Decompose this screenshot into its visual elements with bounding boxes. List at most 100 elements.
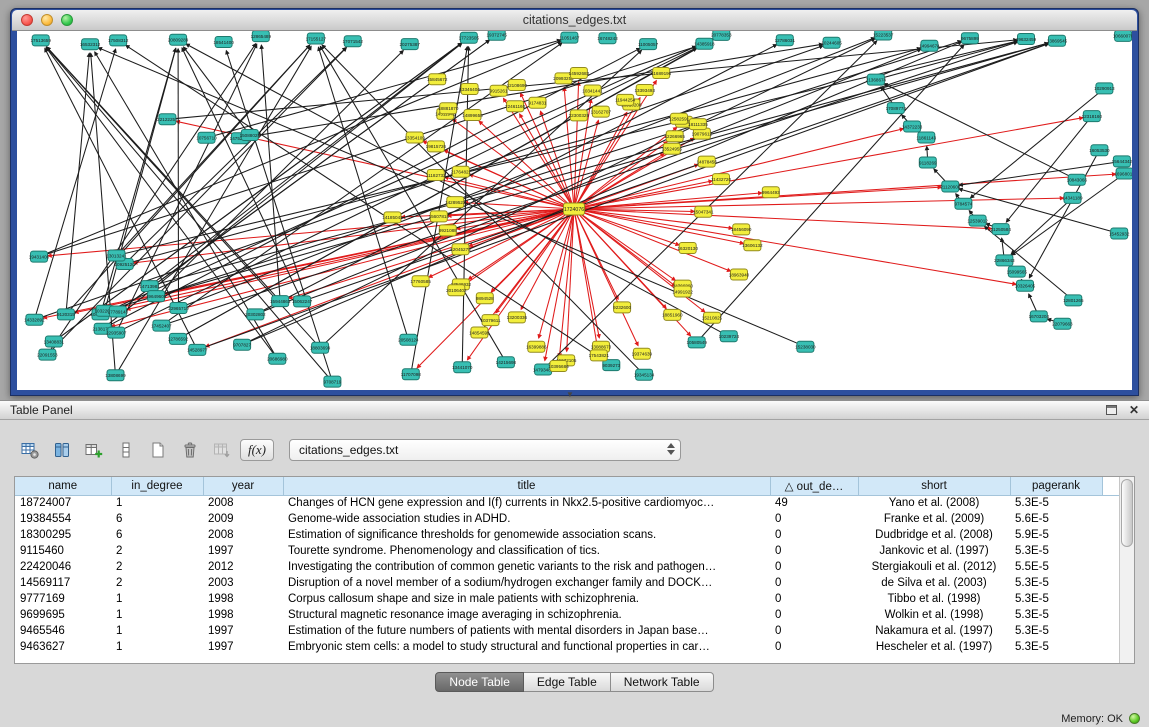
graph-node[interactable]: 17543821 <box>589 350 610 361</box>
graph-node[interactable]: 12318160 <box>1082 111 1103 122</box>
graph-node[interactable]: 15210825 <box>702 312 723 323</box>
graph-node[interactable]: 9232600 <box>613 302 631 313</box>
graph-edge[interactable] <box>105 43 1049 311</box>
graph-edge[interactable] <box>318 47 408 340</box>
table-row[interactable]: 946554611997Estimation of the future num… <box>15 623 1120 639</box>
graph-node[interactable]: 14592683 <box>569 68 590 79</box>
graph-node[interactable]: 16748243 <box>597 33 618 44</box>
graph-node[interactable]: 21764821 <box>451 166 472 177</box>
graph-node[interactable]: 20106402 <box>446 285 467 296</box>
graph-node[interactable]: 15238030 <box>795 341 816 352</box>
graph-node[interactable]: 19632459 <box>1016 34 1037 45</box>
column-header-in-degree[interactable]: in_degree <box>111 477 203 495</box>
graph-node[interactable]: 10580549 <box>686 337 707 348</box>
graph-node[interactable]: 22935907 <box>106 327 127 338</box>
table-row[interactable]: 1830029562008Estimation of significance … <box>15 527 1120 543</box>
graph-node[interactable]: 19649609 <box>146 291 167 302</box>
table-row[interactable]: 911546021997Tourette syndrome. Phenomeno… <box>15 543 1120 559</box>
graph-node[interactable]: 17723505 <box>459 32 480 43</box>
graph-node[interactable]: 12865489 <box>251 31 272 42</box>
graph-node[interactable]: 13606132 <box>742 240 763 251</box>
graph-node[interactable]: 19372745 <box>486 31 507 40</box>
graph-node[interactable]: 22965719 <box>168 303 189 314</box>
graph-node[interactable]: 11432720 <box>711 174 732 185</box>
graph-node[interactable]: 20302802 <box>245 309 266 320</box>
graph-node[interactable]: 16320130 <box>677 243 698 254</box>
graph-node[interactable]: 9894528 <box>476 293 494 304</box>
graph-edge[interactable] <box>261 45 280 301</box>
table-mode-button[interactable] <box>16 437 43 463</box>
graph-node[interactable]: 10239724 <box>719 331 740 342</box>
float-panel-icon[interactable] <box>1106 405 1117 415</box>
graph-node[interactable]: 19815726 <box>426 141 447 152</box>
graph-node[interactable]: 13808699 <box>105 370 126 381</box>
graph-node[interactable]: 15452932 <box>1109 228 1130 239</box>
graph-edge[interactable] <box>117 45 310 255</box>
graph-node[interactable]: 17789143 <box>108 306 129 317</box>
graph-edge[interactable] <box>179 38 875 308</box>
graph-node[interactable]: 16053530 <box>1089 145 1110 156</box>
graph-node[interactable]: 14372233 <box>902 121 923 132</box>
table-row[interactable]: 969969511998Structural magnetic resonanc… <box>15 607 1120 623</box>
table-row[interactable]: 1872400712008Changes of HCN gene express… <box>15 495 1120 511</box>
close-window-button[interactable] <box>21 14 33 26</box>
scrollbar-thumb[interactable] <box>1121 479 1133 547</box>
graph-node[interactable]: 14854595 <box>469 327 490 338</box>
graph-node[interactable]: 14994674 <box>919 40 940 51</box>
new-row-button[interactable] <box>144 437 171 463</box>
minimize-window-button[interactable] <box>41 14 53 26</box>
graph-node[interactable]: 22866343 <box>994 255 1015 266</box>
graph-edge[interactable] <box>47 47 280 301</box>
graph-edge[interactable] <box>574 198 1064 209</box>
graph-node[interactable]: 13354109 <box>404 132 425 143</box>
graph-node[interactable]: 13408831 <box>44 336 65 347</box>
graph-node[interactable]: 10341441 <box>582 85 603 96</box>
graph-edge[interactable] <box>47 44 255 355</box>
table-row[interactable]: 977716911998Corpus callosum shape and si… <box>15 591 1120 607</box>
import-table-button[interactable] <box>208 437 235 463</box>
column-header-title[interactable]: title <box>283 477 770 495</box>
graph-node[interactable]: 21368674 <box>866 74 887 85</box>
graph-node[interactable]: 16703204 <box>1029 311 1050 322</box>
graph-node[interactable]: 12108690 <box>507 80 528 91</box>
graph-node[interactable]: 21250584 <box>990 224 1011 235</box>
graph-edge[interactable] <box>161 42 1017 326</box>
graph-node[interactable]: 14289523 <box>445 197 466 208</box>
graph-node[interactable]: 17760585 <box>410 276 431 287</box>
column-header-out-de-[interactable]: △ out_de… <box>770 477 858 495</box>
table-row[interactable]: 946362711997Embryonic stem cells: a mode… <box>15 639 1120 655</box>
graph-node[interactable]: 10395686 <box>548 361 569 372</box>
graph-node[interactable]: 13346404 <box>459 84 480 95</box>
graph-node[interactable]: 17089774 <box>886 103 907 114</box>
graph-edge[interactable] <box>182 48 302 302</box>
row-selector-button[interactable] <box>112 437 139 463</box>
table-row[interactable]: 1456911722003Disruption of a novel membe… <box>15 575 1120 591</box>
graph-node[interactable]: 14215698 <box>496 357 517 368</box>
graph-node[interactable]: 12786031 <box>775 35 796 46</box>
window-titlebar[interactable]: citations_edges.txt <box>12 10 1137 31</box>
graph-edge[interactable] <box>574 209 1016 284</box>
graph-node[interactable]: 12786592 <box>168 333 189 344</box>
graph-node[interactable]: 20778353 <box>711 31 732 40</box>
graph-node[interactable]: 1724076 <box>564 203 585 215</box>
graph-node[interactable]: 18541400 <box>213 37 234 48</box>
panel-divider-handle[interactable]: ▼ <box>566 391 574 399</box>
delete-button[interactable] <box>176 437 203 463</box>
graph-node[interactable]: 22091553 <box>37 349 58 360</box>
network-canvas[interactable]: 1751365916532312175083122080928918541400… <box>17 31 1132 390</box>
graph-node[interactable]: 15223537 <box>873 31 894 40</box>
graph-node[interactable]: 15845672 <box>427 74 448 85</box>
graph-node[interactable]: 15047341 <box>693 206 714 217</box>
graph-node[interactable]: 16532312 <box>80 39 101 50</box>
graph-node[interactable]: 15062247 <box>292 296 313 307</box>
graph-node[interactable]: 12582591 <box>669 113 690 124</box>
graph-node[interactable]: 10290913 <box>1094 83 1115 94</box>
graph-node[interactable]: 12539012 <box>967 215 988 226</box>
graph-node[interactable]: 15944863 <box>270 296 291 307</box>
graph-node[interactable]: 15607814 <box>429 211 450 222</box>
graph-node[interactable]: 19374639 <box>632 348 653 359</box>
graph-node[interactable]: 13162707 <box>591 106 612 117</box>
graph-edge[interactable] <box>876 41 1018 79</box>
graph-node[interactable]: 9707827 <box>233 339 251 350</box>
graph-node[interactable]: 18111335 <box>688 119 708 130</box>
